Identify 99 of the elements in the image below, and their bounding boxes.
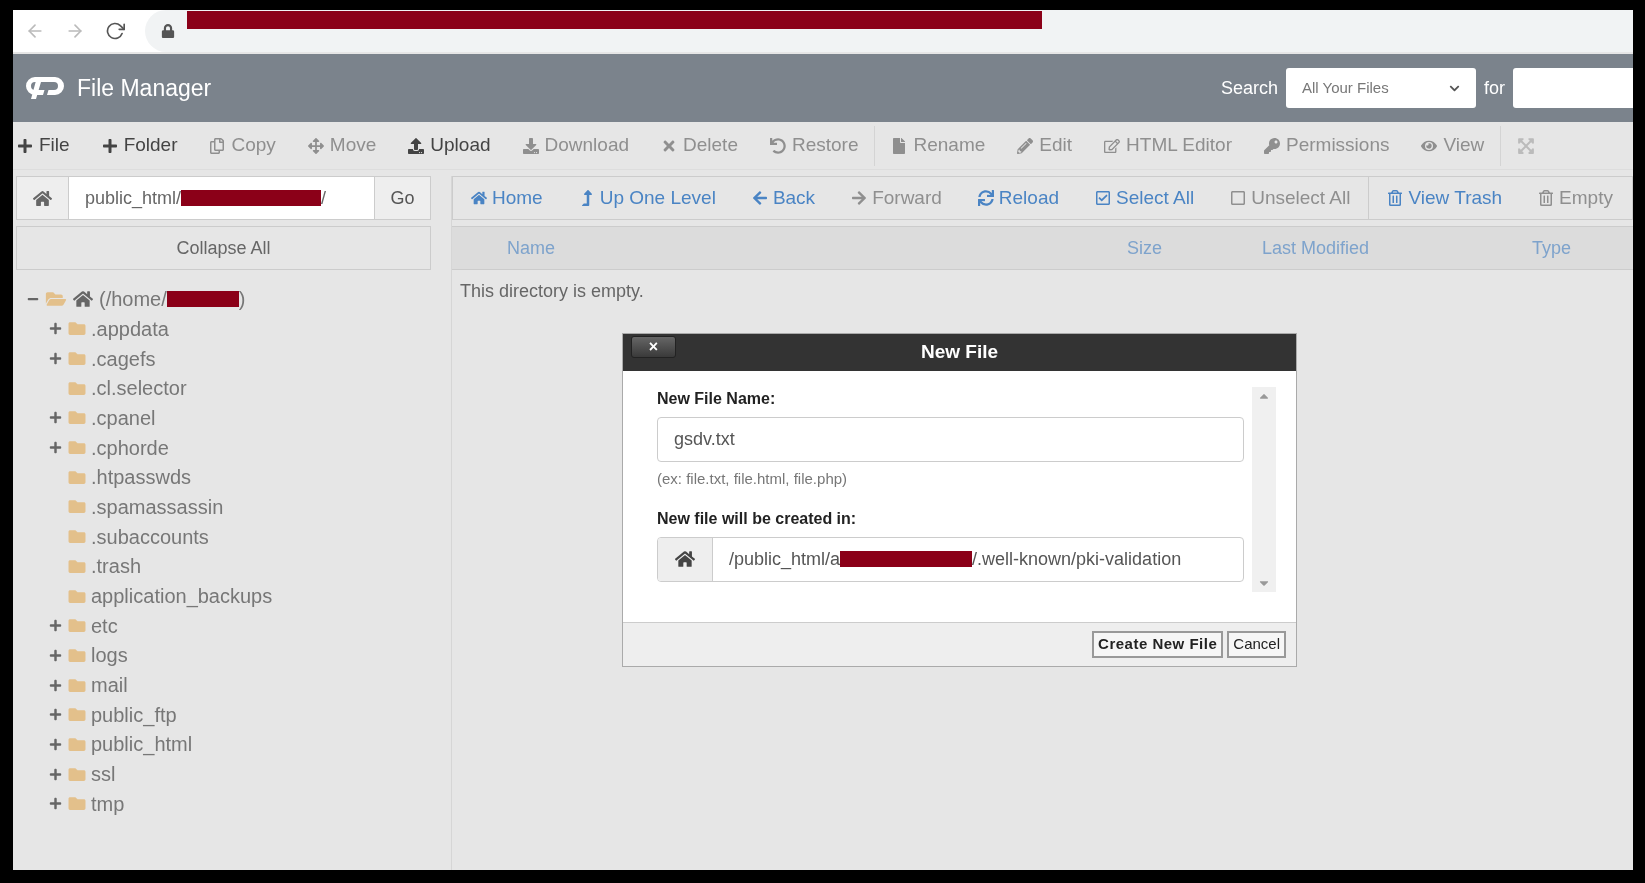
tree-item[interactable]: .cpanel (91, 402, 156, 433)
folder-icon (67, 528, 87, 546)
tree-item[interactable]: public_html (91, 729, 193, 760)
tree-item[interactable]: public_ftp (91, 699, 177, 730)
nav-button[interactable]: Up One Level (560, 183, 734, 213)
create-file-button[interactable]: Create New File (1092, 631, 1224, 658)
column-header[interactable]: Size (1127, 234, 1262, 262)
lock-icon (161, 24, 175, 38)
expand-icon[interactable] (49, 411, 62, 425)
column-header[interactable]: Last Modified (1262, 234, 1532, 262)
pencil-icon (1017, 137, 1034, 154)
reload-icon (977, 190, 994, 206)
folder-icon (67, 587, 87, 605)
folder-icon (67, 350, 87, 368)
folder-icon (67, 676, 87, 694)
tree-item[interactable]: .trash (91, 551, 142, 582)
tree-item[interactable]: .htpasswds (91, 462, 192, 493)
expand-icon[interactable] (49, 322, 62, 336)
plus-icon (101, 137, 118, 154)
expand-icon[interactable] (49, 767, 62, 781)
empty-message: This directory is empty. (460, 280, 644, 303)
cancel-button[interactable]: Cancel (1227, 631, 1286, 658)
collapse-all-button[interactable]: Collapse All (16, 226, 431, 270)
nav-button[interactable]: Reload (959, 183, 1078, 213)
download-icon (522, 137, 539, 154)
folder-icon (67, 735, 87, 753)
tree-item[interactable]: .spamassassin (91, 491, 224, 522)
tree-item[interactable]: .subaccounts (91, 521, 209, 552)
scrollbar[interactable] (1252, 387, 1276, 592)
for-label: for (1484, 76, 1505, 100)
folder-icon (67, 439, 87, 457)
close-button[interactable]: × (631, 336, 676, 358)
dialog-title: New File (920, 340, 999, 365)
app-title: File Manager (77, 73, 212, 103)
upload-icon (408, 137, 425, 154)
file-icon (891, 137, 908, 154)
toolbar-button[interactable]: File (13, 122, 86, 169)
field-label: New file will be created in: (657, 508, 857, 529)
hint-text: (ex: file.txt, file.html, file.php) (657, 469, 848, 489)
expand-icon[interactable] (49, 708, 62, 722)
tree-item[interactable]: .appdata (91, 313, 169, 344)
expand-icon[interactable] (49, 352, 62, 366)
copy-icon (209, 137, 226, 154)
field-label: New File Name: (657, 389, 776, 409)
arrow-left-icon (751, 190, 768, 206)
move-arrows-icon (307, 137, 324, 154)
tree-item[interactable]: .cagefs (91, 343, 156, 374)
folder-icon (67, 409, 87, 427)
tree-item[interactable]: (/home/ ) (99, 284, 246, 314)
home-icon (471, 190, 487, 206)
column-header[interactable]: Type (1532, 234, 1572, 262)
trash-icon (1538, 190, 1555, 206)
tree-item[interactable]: logs (91, 640, 128, 671)
tree-item[interactable]: .cl.selector (91, 373, 187, 404)
expand-icon[interactable] (49, 797, 62, 811)
open-folder-icon (45, 290, 67, 308)
arrow-right-icon (851, 190, 868, 206)
plus-icon (17, 137, 33, 154)
checked-box-icon (1095, 190, 1112, 206)
folder-icon (67, 320, 87, 338)
nav-button[interactable]: View Trash (1369, 183, 1521, 213)
file-name-field[interactable]: gsdv.txt (657, 417, 1244, 462)
search-field[interactable] (1513, 68, 1633, 108)
tree-item[interactable]: etc (91, 610, 118, 641)
expand-icon[interactable] (49, 737, 62, 751)
folder-icon (67, 468, 87, 486)
undo-icon (769, 137, 786, 154)
search-label: Search (1220, 76, 1278, 100)
folder-icon (67, 646, 87, 664)
search-scope-select[interactable]: All Your Files (1286, 68, 1476, 108)
tree-item[interactable]: application_backups (91, 581, 273, 612)
expand-icon[interactable] (49, 441, 62, 455)
tree-item[interactable]: ssl (91, 759, 116, 790)
nav-button[interactable]: Home (453, 183, 561, 213)
expand-icon[interactable] (49, 678, 62, 692)
toolbar-button[interactable]: Upload (392, 122, 507, 169)
folder-icon (67, 795, 87, 813)
folder-icon (67, 379, 87, 397)
expand-icon[interactable] (49, 619, 62, 633)
folder-icon (67, 617, 87, 635)
reload-icon[interactable] (105, 21, 125, 41)
edit-icon (1104, 137, 1121, 154)
home-icon (73, 290, 93, 308)
empty-box-icon (1230, 190, 1247, 206)
expand-icon[interactable] (49, 648, 62, 662)
column-header[interactable]: Name (507, 234, 1127, 262)
tree-item[interactable]: .cphorde (91, 432, 169, 463)
toolbar-button[interactable]: Folder (85, 122, 194, 169)
folder-icon (67, 498, 87, 516)
key-icon (1264, 137, 1280, 154)
cpanel-logo-icon (25, 75, 65, 101)
folder-icon (67, 557, 87, 575)
tree-item[interactable]: tmp (91, 788, 125, 819)
folder-icon (67, 765, 87, 783)
nav-button[interactable]: Select All (1077, 183, 1213, 213)
nav-button[interactable]: Back (733, 183, 834, 213)
tree-item[interactable]: mail (91, 670, 128, 701)
trash-icon (1387, 190, 1404, 206)
folder-icon (67, 706, 87, 724)
